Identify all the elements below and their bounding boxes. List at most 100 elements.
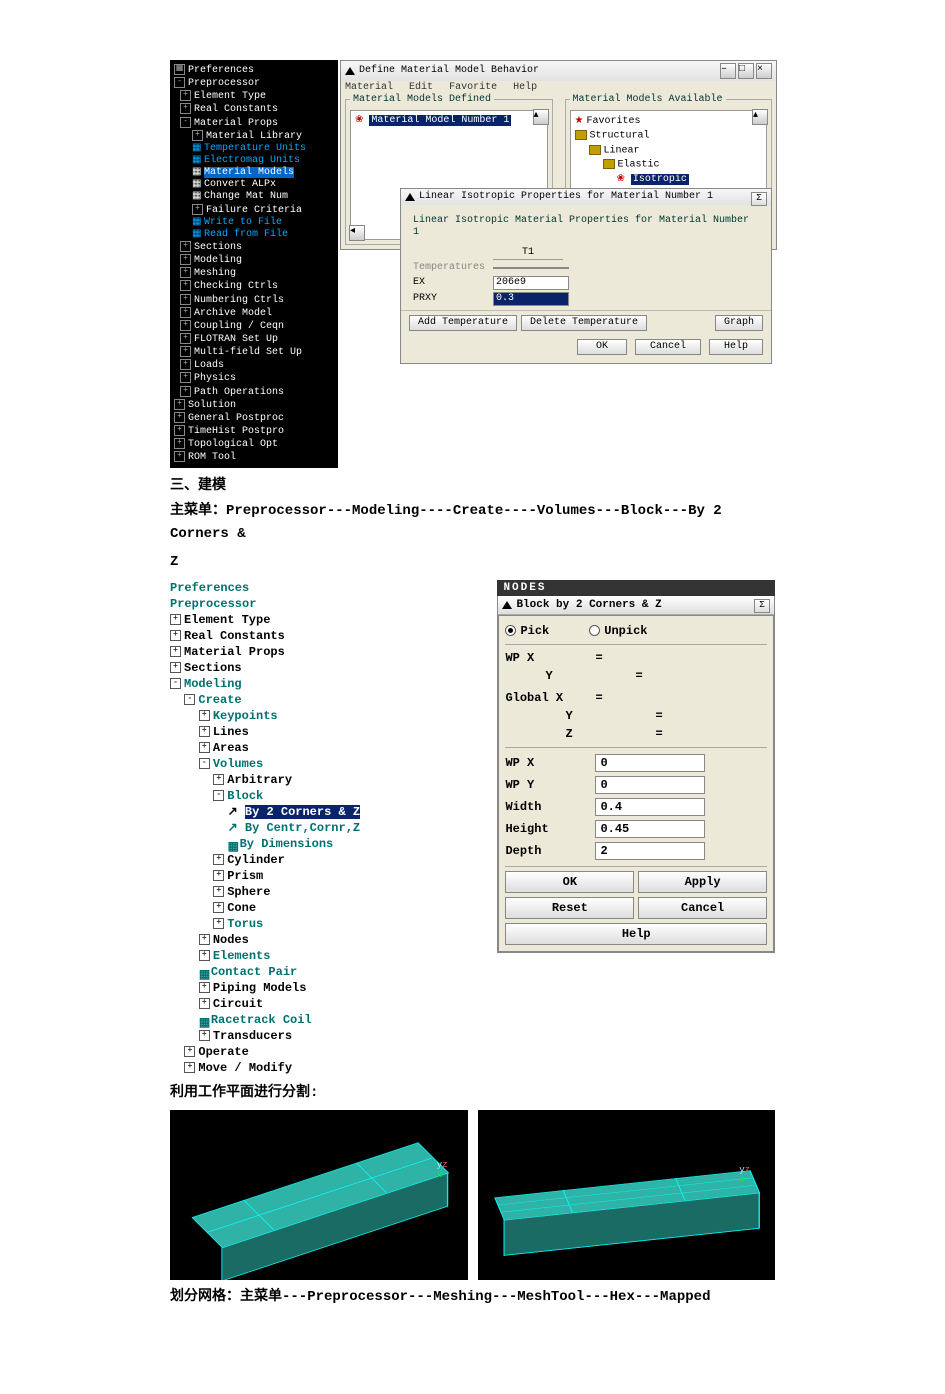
mat-tree-item[interactable]: ★Favorites xyxy=(575,115,763,129)
window-title-bar[interactable]: Define Material Model Behavior ‒ □ × xyxy=(341,61,776,81)
tree-item[interactable]: +Lines xyxy=(170,724,457,740)
tree-item[interactable]: +Keypoints xyxy=(170,708,457,724)
minimize-button[interactable]: ‒ xyxy=(720,63,736,79)
ok-button[interactable]: OK xyxy=(505,871,634,893)
pick-radio[interactable] xyxy=(505,625,516,636)
cancel-button[interactable]: Cancel xyxy=(638,897,767,919)
ok-button[interactable]: OK xyxy=(577,339,627,355)
height-input[interactable]: 0.45 xyxy=(595,820,705,838)
tree-item[interactable]: +General Postproc xyxy=(174,412,334,425)
mat-tree-item[interactable]: Structural xyxy=(575,129,763,144)
tree-item[interactable]: +Topological Opt xyxy=(174,438,334,451)
tree-item[interactable]: +Sections xyxy=(170,660,457,676)
tree-item[interactable]: +Element Type xyxy=(174,90,334,103)
wpx-input[interactable]: 0 xyxy=(595,754,705,772)
tree-item[interactable]: +Areas xyxy=(170,740,457,756)
tree-item[interactable]: +Failure Criteria xyxy=(174,204,334,217)
tree-item[interactable]: +Loads xyxy=(174,359,334,372)
defined-material-item[interactable]: ❀ Material Model Number 1 xyxy=(355,115,543,127)
cancel-button[interactable]: Cancel xyxy=(635,339,701,355)
graph-button[interactable]: Graph xyxy=(715,315,763,331)
tree-item[interactable]: +Torus xyxy=(170,916,457,932)
tree-item[interactable]: ↗ By Centr,Cornr,Z xyxy=(170,820,457,836)
tree-item[interactable]: +Checking Ctrls xyxy=(174,280,334,293)
scroll-up-icon[interactable]: ▴ xyxy=(752,109,768,125)
tree-item[interactable]: +FLOTRAN Set Up xyxy=(174,333,334,346)
tree-item[interactable]: +Coupling / Ceqn xyxy=(174,320,334,333)
close-button[interactable]: Σ xyxy=(754,599,770,613)
tree-item[interactable]: ▦Contact Pair xyxy=(170,964,457,980)
tree-item[interactable]: -Preprocessor xyxy=(174,77,334,90)
tree-item[interactable]: +Solution xyxy=(174,399,334,412)
help-button[interactable]: Help xyxy=(709,339,763,355)
tree-item[interactable]: +Real Constants xyxy=(174,103,334,116)
tree-item[interactable]: +Numbering Ctrls xyxy=(174,294,334,307)
ex-input[interactable]: 206e9 xyxy=(493,276,569,290)
menu-item[interactable]: Edit xyxy=(409,82,433,93)
main-menu-tree[interactable]: ▦Preferences -Preprocessor +Element Type… xyxy=(170,60,338,468)
tree-item[interactable]: +ROM Tool xyxy=(174,451,334,464)
tree-item-selected[interactable]: ▦Material Models xyxy=(174,167,334,179)
tree-item[interactable]: +Arbitrary xyxy=(170,772,457,788)
tree-item[interactable]: +Piping Models xyxy=(170,980,457,996)
tree-item[interactable]: ▦Write to File xyxy=(174,217,334,229)
tree-item[interactable]: +Path Operations xyxy=(174,386,334,399)
close-button[interactable]: × xyxy=(756,63,772,79)
tree-item[interactable]: -Volumes xyxy=(170,756,457,772)
tree-item[interactable]: +Material Props xyxy=(170,644,457,660)
reset-button[interactable]: Reset xyxy=(505,897,634,919)
wpy-input[interactable]: 0 xyxy=(595,776,705,794)
mat-tree-item[interactable]: Elastic xyxy=(575,158,763,173)
tree-item[interactable]: Preferences xyxy=(170,580,457,596)
dialog-title-bar[interactable]: Linear Isotropic Properties for Material… xyxy=(401,189,771,205)
tree-item[interactable]: +Cylinder xyxy=(170,852,457,868)
dialog-title-bar[interactable]: Block by 2 Corners & Z Σ xyxy=(498,596,774,615)
modeling-tree[interactable]: Preferences Preprocessor +Element Type +… xyxy=(170,580,457,1076)
prxy-input[interactable]: 0.3 xyxy=(493,292,569,306)
tree-item[interactable]: ▦Change Mat Num xyxy=(174,191,334,203)
unpick-radio[interactable] xyxy=(589,625,600,636)
tree-item[interactable]: +Material Library xyxy=(174,130,334,143)
tree-item[interactable]: +Circuit xyxy=(170,996,457,1012)
delete-temperature-button[interactable]: Delete Temperature xyxy=(521,315,647,331)
mat-tree-item[interactable]: Linear xyxy=(575,144,763,159)
tree-item[interactable]: +Archive Model xyxy=(174,307,334,320)
tree-item[interactable]: +Prism xyxy=(170,868,457,884)
temperature-input[interactable] xyxy=(493,267,569,269)
tree-item[interactable]: +Physics xyxy=(174,372,334,385)
tree-item[interactable]: +Move / Modify xyxy=(170,1060,457,1076)
tree-item[interactable]: +Element Type xyxy=(170,612,457,628)
help-button[interactable]: Help xyxy=(505,923,767,945)
tree-item[interactable]: ▦Read from File xyxy=(174,229,334,241)
tree-item[interactable]: ▦By Dimensions xyxy=(170,836,457,852)
tree-item[interactable]: +Sections xyxy=(174,241,334,254)
menu-item[interactable]: Favorite xyxy=(449,82,497,93)
scroll-left-icon[interactable]: ◂ xyxy=(349,225,365,241)
tree-item[interactable]: +Modeling xyxy=(174,254,334,267)
tree-item[interactable]: +TimeHist Postpro xyxy=(174,425,334,438)
tree-item[interactable]: ▦Convert ALPx xyxy=(174,179,334,191)
tree-item[interactable]: -Block xyxy=(170,788,457,804)
tree-item[interactable]: +Sphere xyxy=(170,884,457,900)
tree-item[interactable]: ▦Temperature Units xyxy=(174,143,334,155)
tree-item[interactable]: +Meshing xyxy=(174,267,334,280)
tree-item[interactable]: -Modeling xyxy=(170,676,457,692)
add-temperature-button[interactable]: Add Temperature xyxy=(409,315,517,331)
tree-item[interactable]: ▦Racetrack Coil xyxy=(170,1012,457,1028)
tree-item[interactable]: -Material Props xyxy=(174,117,334,130)
maximize-button[interactable]: □ xyxy=(738,63,754,79)
tree-item[interactable]: +Nodes xyxy=(170,932,457,948)
width-input[interactable]: 0.4 xyxy=(595,798,705,816)
tree-item[interactable]: +Elements xyxy=(170,948,457,964)
mat-tree-item-selected[interactable]: ❀ Isotropic xyxy=(575,173,763,187)
tree-item[interactable]: Preprocessor xyxy=(170,596,457,612)
close-button[interactable]: Σ xyxy=(751,192,767,206)
depth-input[interactable]: 2 xyxy=(595,842,705,860)
tree-item-selected[interactable]: ↗ By 2 Corners & Z xyxy=(170,804,457,820)
tree-item[interactable]: ▦Preferences xyxy=(174,64,334,77)
tree-item[interactable]: -Create xyxy=(170,692,457,708)
tree-item[interactable]: ▦Electromag Units xyxy=(174,155,334,167)
tree-item[interactable]: +Cone xyxy=(170,900,457,916)
tree-item[interactable]: +Multi-field Set Up xyxy=(174,346,334,359)
scroll-up-icon[interactable]: ▴ xyxy=(533,109,549,125)
